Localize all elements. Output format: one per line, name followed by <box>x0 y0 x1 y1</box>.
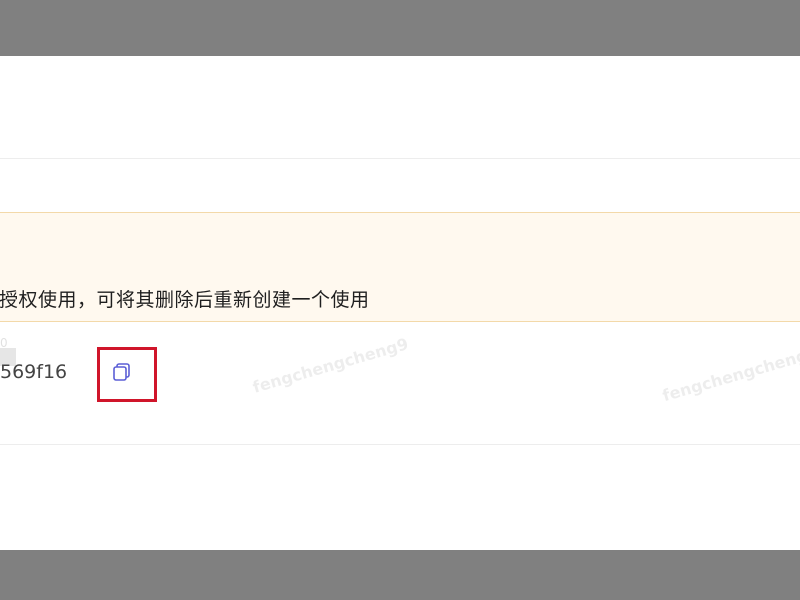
divider <box>0 158 800 159</box>
notice-text: 授权使用，可将其删除后重新创建一个使用 <box>0 289 370 311</box>
divider <box>0 444 800 445</box>
warning-notice: 授权使用，可将其删除后重新创建一个使用 <box>0 212 800 322</box>
watermark-fragment: 0 <box>0 336 8 350</box>
copy-icon[interactable] <box>111 361 133 383</box>
dialog-panel: 授权使用，可将其删除后重新创建一个使用 0 569f16 fengchengch… <box>0 56 800 550</box>
key-value: 569f16 <box>0 361 68 383</box>
